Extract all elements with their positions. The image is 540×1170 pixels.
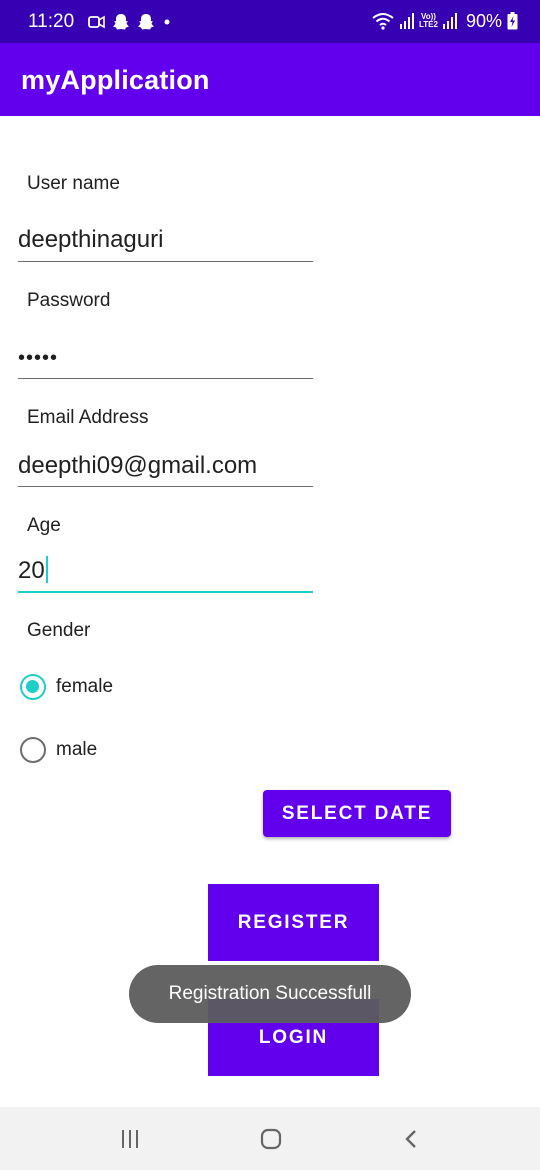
gender-label: Gender — [27, 620, 91, 641]
email-value: deepthi09@gmail.com — [18, 452, 258, 479]
app-title: myApplication — [21, 65, 210, 95]
email-label: Email Address — [27, 407, 149, 428]
recent-apps-icon — [122, 1130, 138, 1148]
toast-text: Registration Successfull — [168, 983, 372, 1004]
snapchat-icon — [113, 14, 129, 30]
password-field[interactable]: ••••• — [18, 343, 313, 379]
status-time: 11:20 — [28, 11, 75, 32]
system-status-icons: Vo)) LTE2 90% — [371, 10, 518, 32]
toast-message: Registration Successfull — [129, 965, 411, 1023]
radio-male[interactable]: male — [20, 737, 97, 763]
home-button[interactable] — [251, 1123, 291, 1155]
radio-female-label: female — [56, 676, 114, 697]
radio-male-label: male — [56, 739, 98, 760]
password-label: Password — [27, 290, 111, 311]
email-field[interactable]: deepthi09@gmail.com — [18, 452, 313, 487]
recent-apps-button[interactable] — [110, 1123, 150, 1155]
wifi-icon — [372, 13, 394, 30]
signal-icon — [442, 13, 457, 29]
password-value: ••••• — [18, 347, 59, 369]
radio-female[interactable]: female — [20, 674, 113, 700]
age-label: Age — [27, 515, 61, 536]
battery-percent: 90% — [465, 10, 502, 31]
age-value: 20 — [18, 557, 45, 584]
username-label: User name — [27, 173, 120, 194]
radio-checked-icon[interactable] — [20, 674, 46, 700]
lte-label: LTE2 — [419, 20, 438, 29]
username-value: deepthinaguri — [18, 226, 164, 253]
notification-icons — [88, 12, 172, 32]
register-button[interactable]: REGISTER — [208, 884, 379, 961]
signal-icon — [400, 13, 414, 29]
age-field[interactable]: 20 — [18, 556, 313, 593]
home-icon — [260, 1128, 282, 1150]
app-bar: myApplication — [0, 43, 540, 116]
status-bar: 11:20 Vo)) LTE2 90% — [0, 0, 540, 43]
navigation-bar — [0, 1107, 540, 1170]
text-cursor — [45, 556, 48, 583]
lte-icon: Vo)) LTE2 — [419, 13, 438, 29]
dot-icon — [164, 19, 170, 25]
back-button[interactable] — [392, 1123, 432, 1155]
video-camera-icon — [88, 15, 105, 29]
snapchat-icon — [138, 14, 154, 30]
select-date-button[interactable]: SELECT DATE — [263, 790, 451, 837]
back-icon — [405, 1130, 416, 1148]
radio-unchecked-icon[interactable] — [20, 737, 46, 763]
battery-charging-icon — [507, 12, 518, 30]
username-field[interactable]: deepthinaguri — [18, 226, 313, 262]
